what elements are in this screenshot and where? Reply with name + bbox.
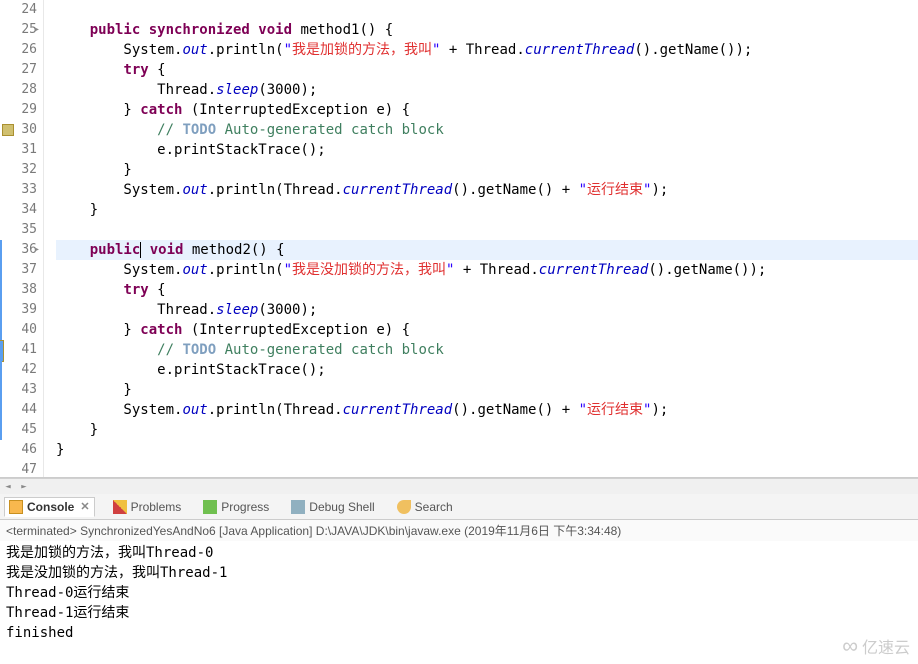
- code-editor[interactable]: 2425262728293031323334353637383940414243…: [0, 0, 918, 478]
- tab-problems[interactable]: Problems: [109, 498, 186, 516]
- search-icon: [397, 500, 411, 514]
- tab-label: Progress: [221, 500, 269, 514]
- console-icon: [9, 500, 23, 514]
- launch-info: <terminated> SynchronizedYesAndNo6 [Java…: [0, 520, 918, 541]
- launch-path: D:\JAVA\JDK\bin\javaw.exe: [316, 524, 461, 538]
- tab-debug-shell[interactable]: Debug Shell: [287, 498, 378, 516]
- panel-tabs: Console ✕ Problems Progress Debug Shell …: [0, 494, 918, 520]
- line-gutter: 2425262728293031323334353637383940414243…: [0, 0, 44, 477]
- tab-console[interactable]: Console ✕: [4, 497, 95, 517]
- tab-label: Search: [415, 500, 453, 514]
- launch-name: SynchronizedYesAndNo6 [Java Application]: [80, 524, 312, 538]
- code-area[interactable]: public synchronized void method1() { Sys…: [44, 0, 918, 477]
- tab-label: Debug Shell: [309, 500, 374, 514]
- bottom-panel: Console ✕ Problems Progress Debug Shell …: [0, 494, 918, 664]
- tab-label: Problems: [131, 500, 182, 514]
- tab-progress[interactable]: Progress: [199, 498, 273, 516]
- launch-time: (2019年11月6日 下午3:34:48): [464, 524, 621, 538]
- debug-shell-icon: [291, 500, 305, 514]
- progress-icon: [203, 500, 217, 514]
- launch-status: <terminated>: [6, 524, 77, 538]
- console-output[interactable]: 我是加锁的方法，我叫Thread-0 我是没加锁的方法，我叫Thread-1 T…: [0, 541, 918, 664]
- close-icon[interactable]: ✕: [80, 500, 89, 513]
- horizontal-scrollbar[interactable]: [0, 478, 918, 494]
- tab-search[interactable]: Search: [393, 498, 457, 516]
- problems-icon: [113, 500, 127, 514]
- tab-label: Console: [27, 500, 74, 514]
